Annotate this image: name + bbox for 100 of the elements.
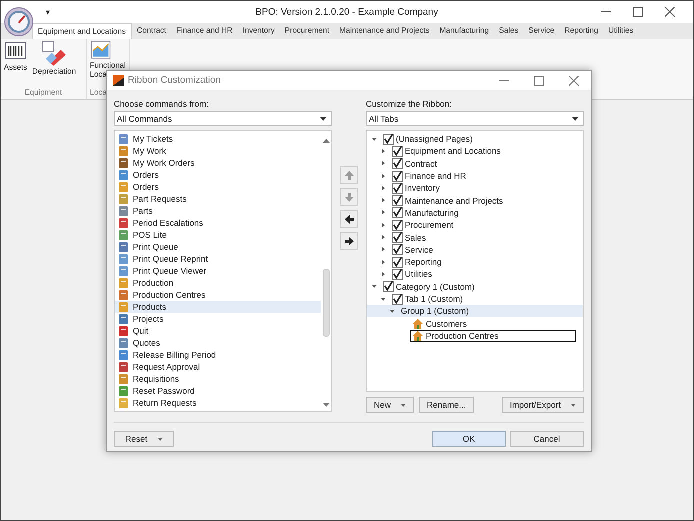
area-chart-icon[interactable] bbox=[90, 40, 112, 60]
command-item[interactable]: Projects bbox=[115, 313, 321, 325]
quick-access-dropdown[interactable]: ▾ bbox=[46, 8, 50, 16]
tree-item[interactable]: Sales bbox=[405, 232, 426, 243]
tree-action-button[interactable]: Import/Export bbox=[502, 397, 584, 413]
move-right-button[interactable] bbox=[340, 232, 358, 250]
dropdown-arrow-icon[interactable] bbox=[320, 116, 327, 120]
tree-item[interactable]: Manufacturing bbox=[405, 208, 459, 218]
checkbox[interactable] bbox=[392, 158, 403, 170]
tree-item[interactable]: (Unassigned Pages) bbox=[396, 134, 474, 144]
ok-button[interactable]: OK bbox=[432, 431, 506, 447]
checkbox[interactable] bbox=[392, 256, 403, 268]
command-item[interactable]: Release Billing Period bbox=[115, 349, 321, 361]
command-item[interactable]: Products bbox=[115, 301, 321, 313]
checkbox[interactable] bbox=[392, 268, 403, 280]
command-item[interactable]: Print Queue bbox=[115, 241, 321, 253]
tree-action-button[interactable]: Rename... bbox=[419, 397, 474, 413]
expand-icon[interactable] bbox=[380, 246, 387, 254]
tree-item[interactable]: Reporting bbox=[405, 257, 442, 268]
checkbox[interactable] bbox=[392, 294, 403, 304]
maximize-icon[interactable] bbox=[534, 76, 544, 86]
collapse-icon[interactable] bbox=[389, 308, 396, 315]
command-item[interactable]: Part Requests bbox=[115, 193, 321, 205]
move-left-button[interactable] bbox=[340, 210, 358, 228]
expand-icon[interactable] bbox=[380, 209, 387, 216]
tree-item[interactable]: Finance and HR bbox=[405, 171, 466, 182]
tree-item[interactable]: Customers bbox=[410, 318, 470, 330]
scroll-thumb[interactable] bbox=[323, 269, 330, 337]
command-item[interactable]: My Work bbox=[115, 145, 321, 157]
house-icon bbox=[413, 318, 423, 329]
choose-commands-label: Choose commands from: bbox=[114, 99, 210, 110]
expand-icon[interactable] bbox=[380, 234, 387, 242]
command-item[interactable]: Print Queue Viewer bbox=[115, 265, 321, 277]
checkbox[interactable] bbox=[383, 281, 394, 292]
command-item[interactable]: Production bbox=[115, 277, 321, 289]
tree-item[interactable]: Production Centres bbox=[410, 330, 576, 342]
command-item[interactable]: Reset Password bbox=[115, 385, 321, 397]
maximize-icon[interactable] bbox=[633, 7, 643, 17]
tree-item[interactable]: Contract bbox=[405, 158, 438, 169]
collapse-icon[interactable] bbox=[380, 296, 387, 302]
command-icon bbox=[118, 278, 129, 288]
collapse-icon[interactable] bbox=[371, 136, 378, 143]
tree-item[interactable]: Category 1 (Custom) bbox=[396, 282, 475, 292]
customize-ribbon-label: Customize the Ribbon: bbox=[366, 99, 453, 110]
command-item[interactable]: Requisitions bbox=[115, 373, 321, 385]
checkbox[interactable] bbox=[392, 232, 403, 244]
tree-item[interactable]: Tab 1 (Custom) bbox=[405, 294, 464, 304]
window-title: BPO: Version 2.1.0.20 - Example Company bbox=[256, 7, 438, 18]
tree-action-button[interactable]: New bbox=[366, 397, 414, 413]
command-item[interactable]: My Work Orders bbox=[115, 157, 321, 169]
reset-button[interactable]: Reset bbox=[114, 431, 174, 447]
dropdown-arrow-icon[interactable] bbox=[572, 116, 579, 120]
checkbox[interactable] bbox=[392, 244, 403, 256]
collapse-icon[interactable] bbox=[371, 283, 378, 290]
scroll-up-icon[interactable] bbox=[322, 139, 330, 143]
command-item[interactable]: Quit bbox=[115, 325, 321, 337]
checkbox[interactable] bbox=[392, 207, 403, 218]
tree-item[interactable]: Procurement bbox=[405, 220, 454, 230]
command-icon bbox=[118, 326, 129, 336]
command-item[interactable]: My Tickets bbox=[115, 133, 321, 145]
checkbox[interactable] bbox=[392, 170, 403, 182]
command-item[interactable]: POS Lite bbox=[115, 229, 321, 241]
tree-item[interactable]: Maintenance and Projects bbox=[405, 196, 504, 206]
command-item[interactable]: Period Escalations bbox=[115, 217, 321, 229]
expand-icon[interactable] bbox=[380, 258, 387, 266]
expand-icon[interactable] bbox=[380, 160, 387, 168]
command-item[interactable]: Request Approval bbox=[115, 361, 321, 373]
tree-item[interactable]: Equipment and Locations bbox=[405, 146, 501, 156]
caret-icon[interactable] bbox=[571, 404, 576, 406]
eraser-icon[interactable] bbox=[41, 40, 68, 66]
command-item[interactable]: Return Requests bbox=[115, 397, 321, 409]
command-item[interactable]: Orders bbox=[115, 169, 321, 181]
checkbox[interactable] bbox=[392, 146, 403, 157]
expand-icon[interactable] bbox=[380, 148, 387, 155]
tree-item[interactable]: Inventory bbox=[405, 183, 440, 194]
tree-item[interactable]: Utilities bbox=[405, 269, 432, 280]
command-item[interactable]: Production Centres bbox=[115, 289, 321, 301]
close-icon[interactable] bbox=[665, 7, 675, 17]
command-item[interactable]: Orders bbox=[115, 181, 321, 193]
command-item[interactable]: Parts bbox=[115, 205, 321, 217]
checkbox[interactable] bbox=[392, 220, 403, 231]
commands-dropdown[interactable]: All Commands bbox=[114, 111, 332, 126]
expand-icon[interactable] bbox=[380, 197, 387, 204]
checkbox[interactable] bbox=[392, 182, 403, 194]
cancel-button[interactable]: Cancel bbox=[510, 431, 584, 447]
barcode-icon[interactable] bbox=[4, 40, 27, 62]
tree-item[interactable]: Service bbox=[405, 244, 434, 255]
expand-icon[interactable] bbox=[380, 184, 387, 192]
tabs-dropdown[interactable]: All Tabs bbox=[366, 111, 584, 126]
command-item[interactable]: Print Queue Reprint bbox=[115, 253, 321, 265]
expand-icon[interactable] bbox=[380, 222, 387, 229]
expand-icon[interactable] bbox=[380, 270, 387, 278]
checkbox[interactable] bbox=[392, 195, 403, 206]
scroll-down-icon[interactable] bbox=[322, 403, 330, 407]
close-icon[interactable] bbox=[569, 76, 579, 86]
caret-icon[interactable] bbox=[158, 438, 163, 440]
caret-icon[interactable] bbox=[401, 404, 406, 406]
checkbox[interactable] bbox=[383, 134, 394, 145]
command-item[interactable]: Quotes bbox=[115, 337, 321, 349]
expand-icon[interactable] bbox=[380, 172, 387, 180]
